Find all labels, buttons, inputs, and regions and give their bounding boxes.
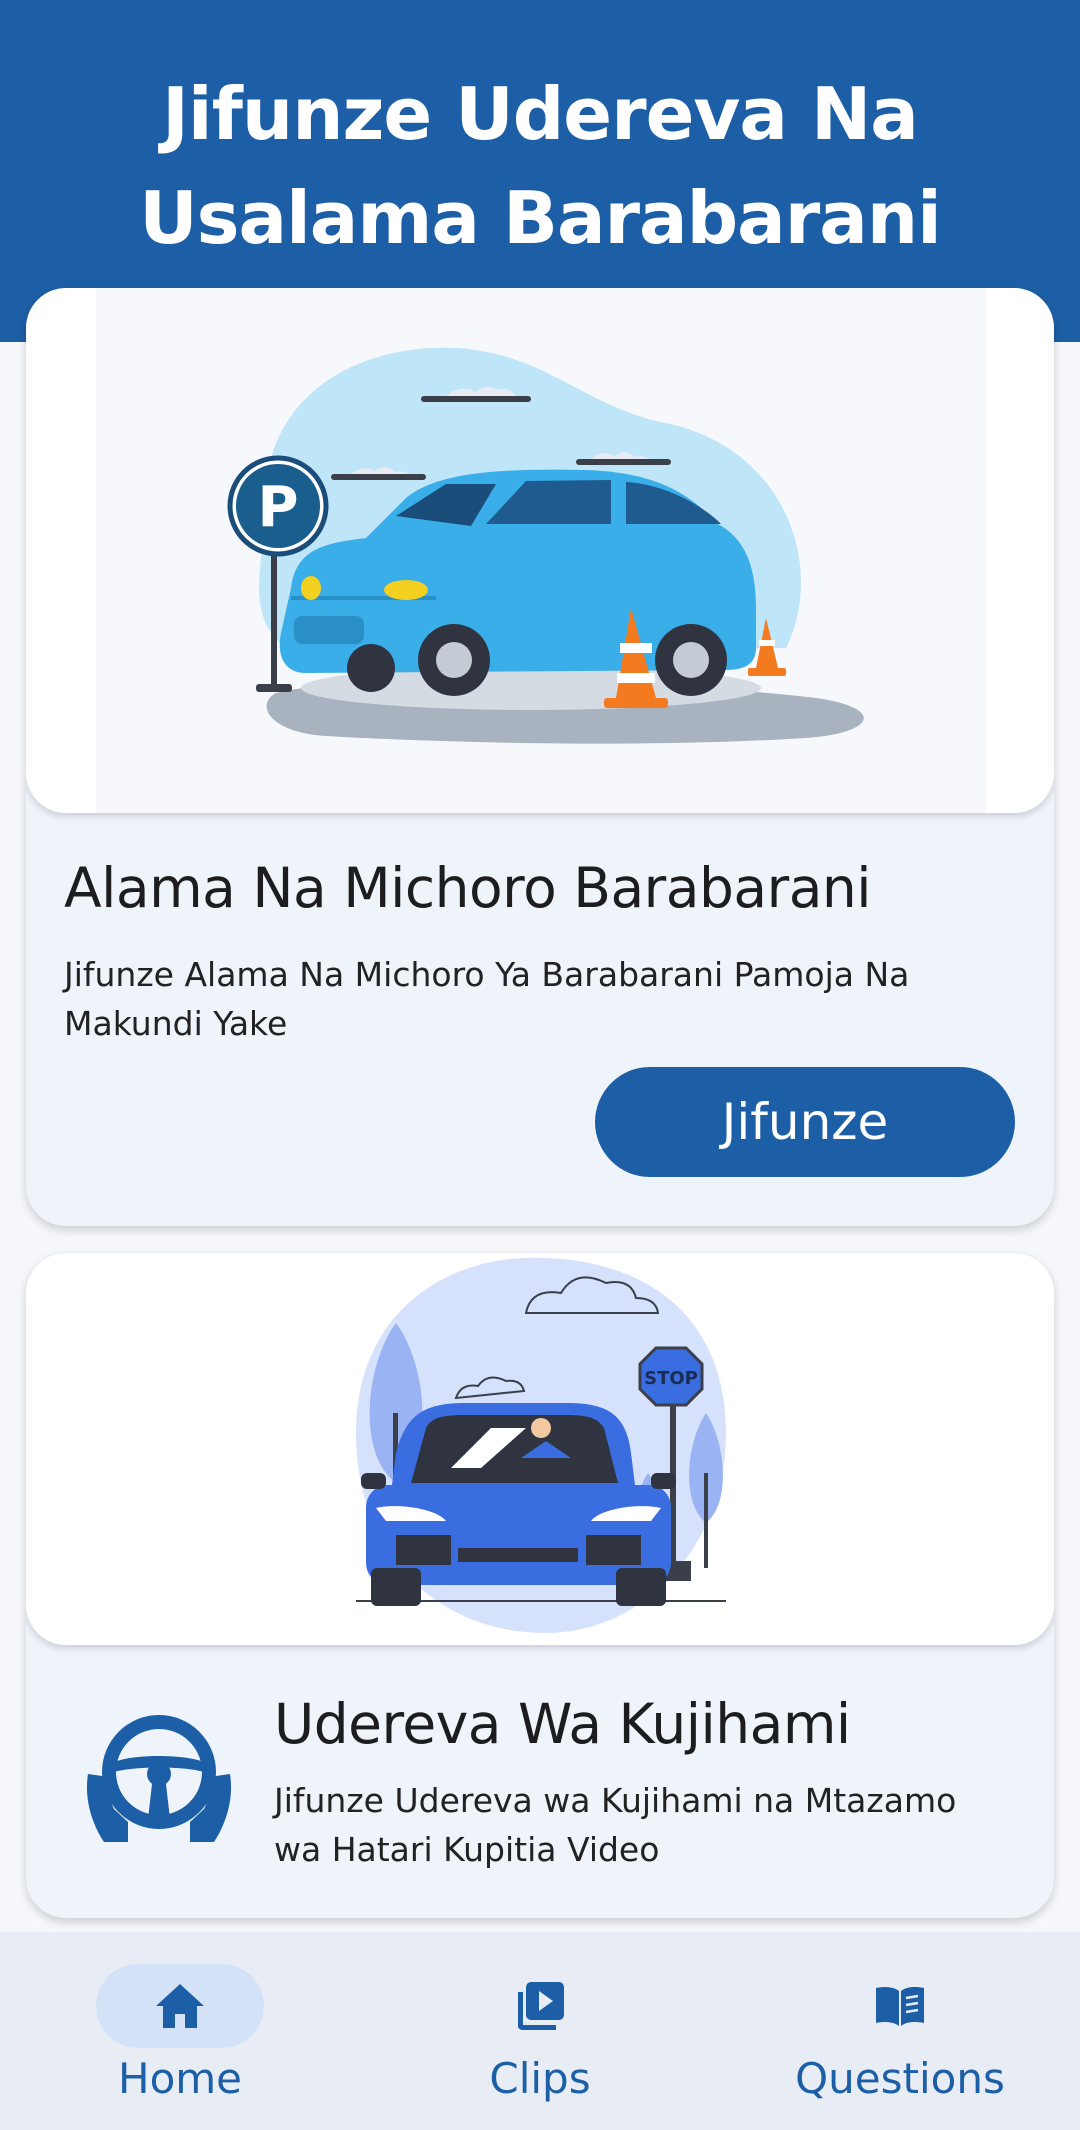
page-title-line2: Usalama Barabarani	[139, 176, 942, 260]
card-description: Jifunze Udereva wa Kujihami na Mtazamo w…	[274, 1781, 957, 1869]
parking-car-illustration-svg: P	[96, 288, 986, 813]
home-icon	[156, 1984, 204, 2028]
road-signs-card[interactable]: P Alama Na Michoro Barabarani Jifunze Al…	[26, 288, 1054, 1226]
video-clips-icon	[518, 1982, 564, 2030]
stop-sign-text: STOP	[644, 1368, 698, 1389]
stop-sign-car-illustration-svg: STOP	[356, 1257, 726, 1633]
learn-button[interactable]: Jifunze	[595, 1067, 1015, 1177]
nav-home-label: Home	[117, 2054, 243, 2103]
nav-clips-label: Clips	[489, 2054, 591, 2103]
nav-clips[interactable]: Clips	[420, 1932, 660, 2130]
card-description: Jifunze Alama Na Michoro Ya Barabarani P…	[64, 955, 910, 1043]
nav-home[interactable]: Home	[60, 1932, 300, 2130]
card-title: Alama Na Michoro Barabarani	[64, 856, 872, 920]
book-icon	[876, 1987, 924, 2026]
page-title: Jifunze Udereva Na Usalama Barabarani	[0, 62, 1080, 270]
stop-sign-car-illustration: STOP	[26, 1253, 1054, 1645]
bottom-navigation: Home Clips Questions	[0, 1932, 1080, 2130]
parking-car-illustration: P	[26, 288, 1054, 813]
parking-sign-letter: P	[257, 475, 298, 540]
steering-wheel-hands-icon	[86, 1715, 232, 1842]
nav-questions[interactable]: Questions	[760, 1932, 1040, 2130]
card-title: Udereva Wa Kujihami	[274, 1692, 851, 1756]
nav-questions-label: Questions	[795, 2054, 1005, 2103]
page-title-line1: Jifunze Udereva Na	[162, 72, 919, 156]
